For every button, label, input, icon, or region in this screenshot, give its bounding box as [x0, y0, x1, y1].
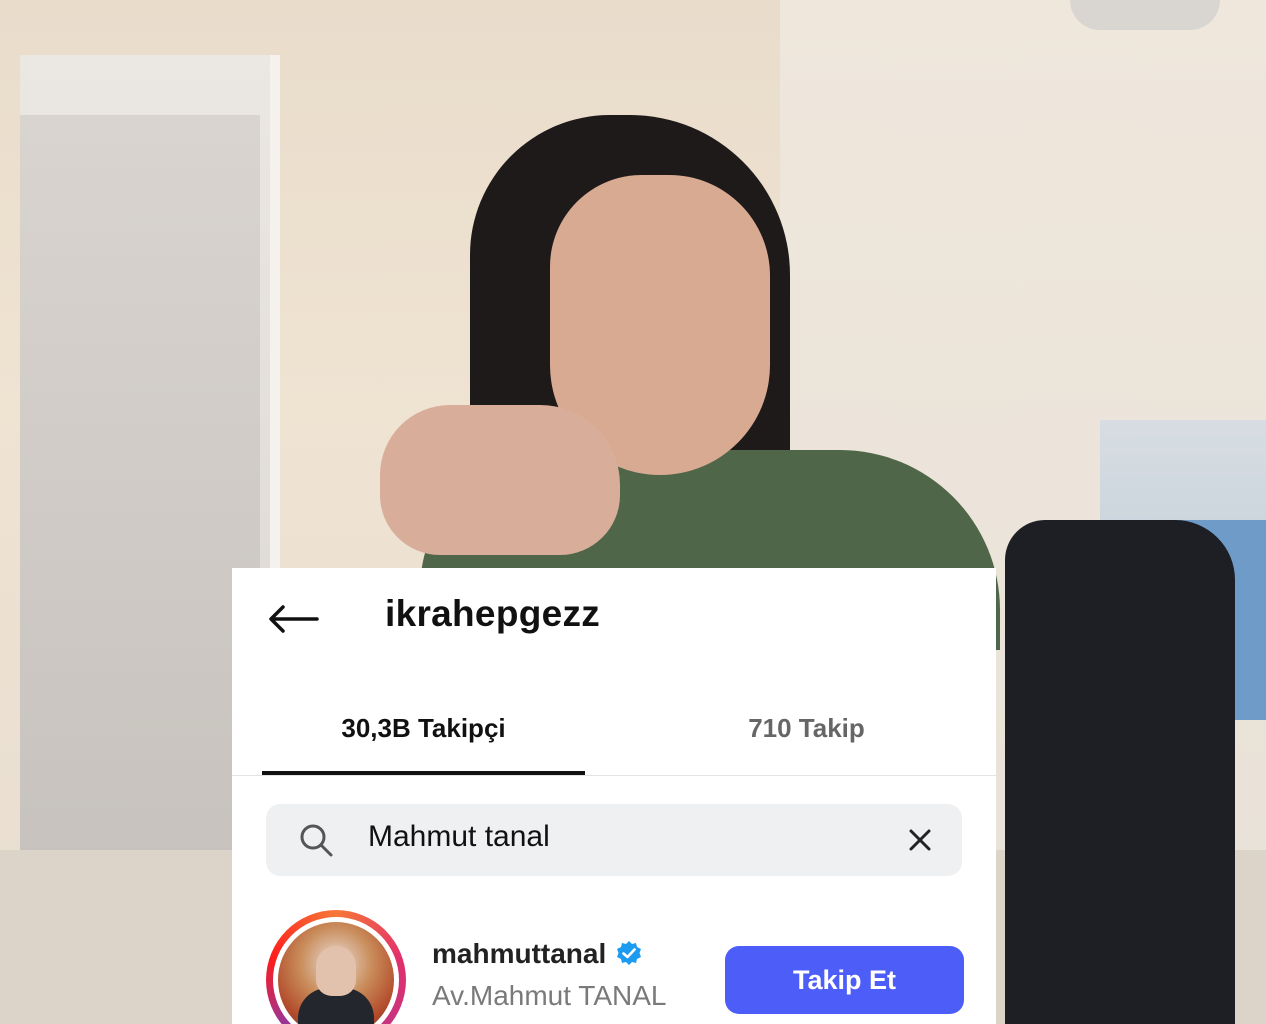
avatar-face	[316, 946, 356, 996]
list-item[interactable]: mahmuttanal Av.Mahmut TANAL Takip Et	[232, 906, 996, 1024]
account-username-row[interactable]: mahmuttanal	[432, 938, 644, 970]
avatar	[278, 922, 394, 1024]
followers-overlay: ikrahepgezz 30,3B Takipçi 710 Takip Mahm…	[232, 568, 996, 1024]
close-icon[interactable]	[900, 820, 940, 860]
account-full-name: Av.Mahmut TANAL	[432, 980, 667, 1011]
profile-header: ikrahepgezz	[232, 568, 996, 668]
search-icon	[298, 822, 334, 858]
tabs-divider	[232, 775, 996, 776]
arrow-left-icon[interactable]	[266, 592, 320, 646]
follow-button[interactable]: Takip Et	[725, 946, 964, 1014]
story-ring[interactable]	[266, 910, 406, 1024]
search-query[interactable]: Mahmut tanal	[368, 820, 550, 854]
search-input[interactable]: Mahmut tanal	[266, 804, 962, 876]
account-username[interactable]: mahmuttanal	[432, 938, 606, 970]
avatar-frame	[273, 917, 399, 1024]
followers-tabs: 30,3B Takipçi 710 Takip	[232, 698, 996, 778]
verified-badge-icon	[614, 939, 644, 969]
hanging-jacket	[1005, 520, 1235, 1024]
tab-followers[interactable]: 30,3B Takipçi	[262, 698, 585, 758]
tab-following[interactable]: 710 Takip	[645, 698, 968, 758]
ceiling-fixture	[1070, 0, 1220, 30]
person-hand	[380, 405, 620, 555]
profile-username: ikrahepgezz	[385, 593, 601, 634]
